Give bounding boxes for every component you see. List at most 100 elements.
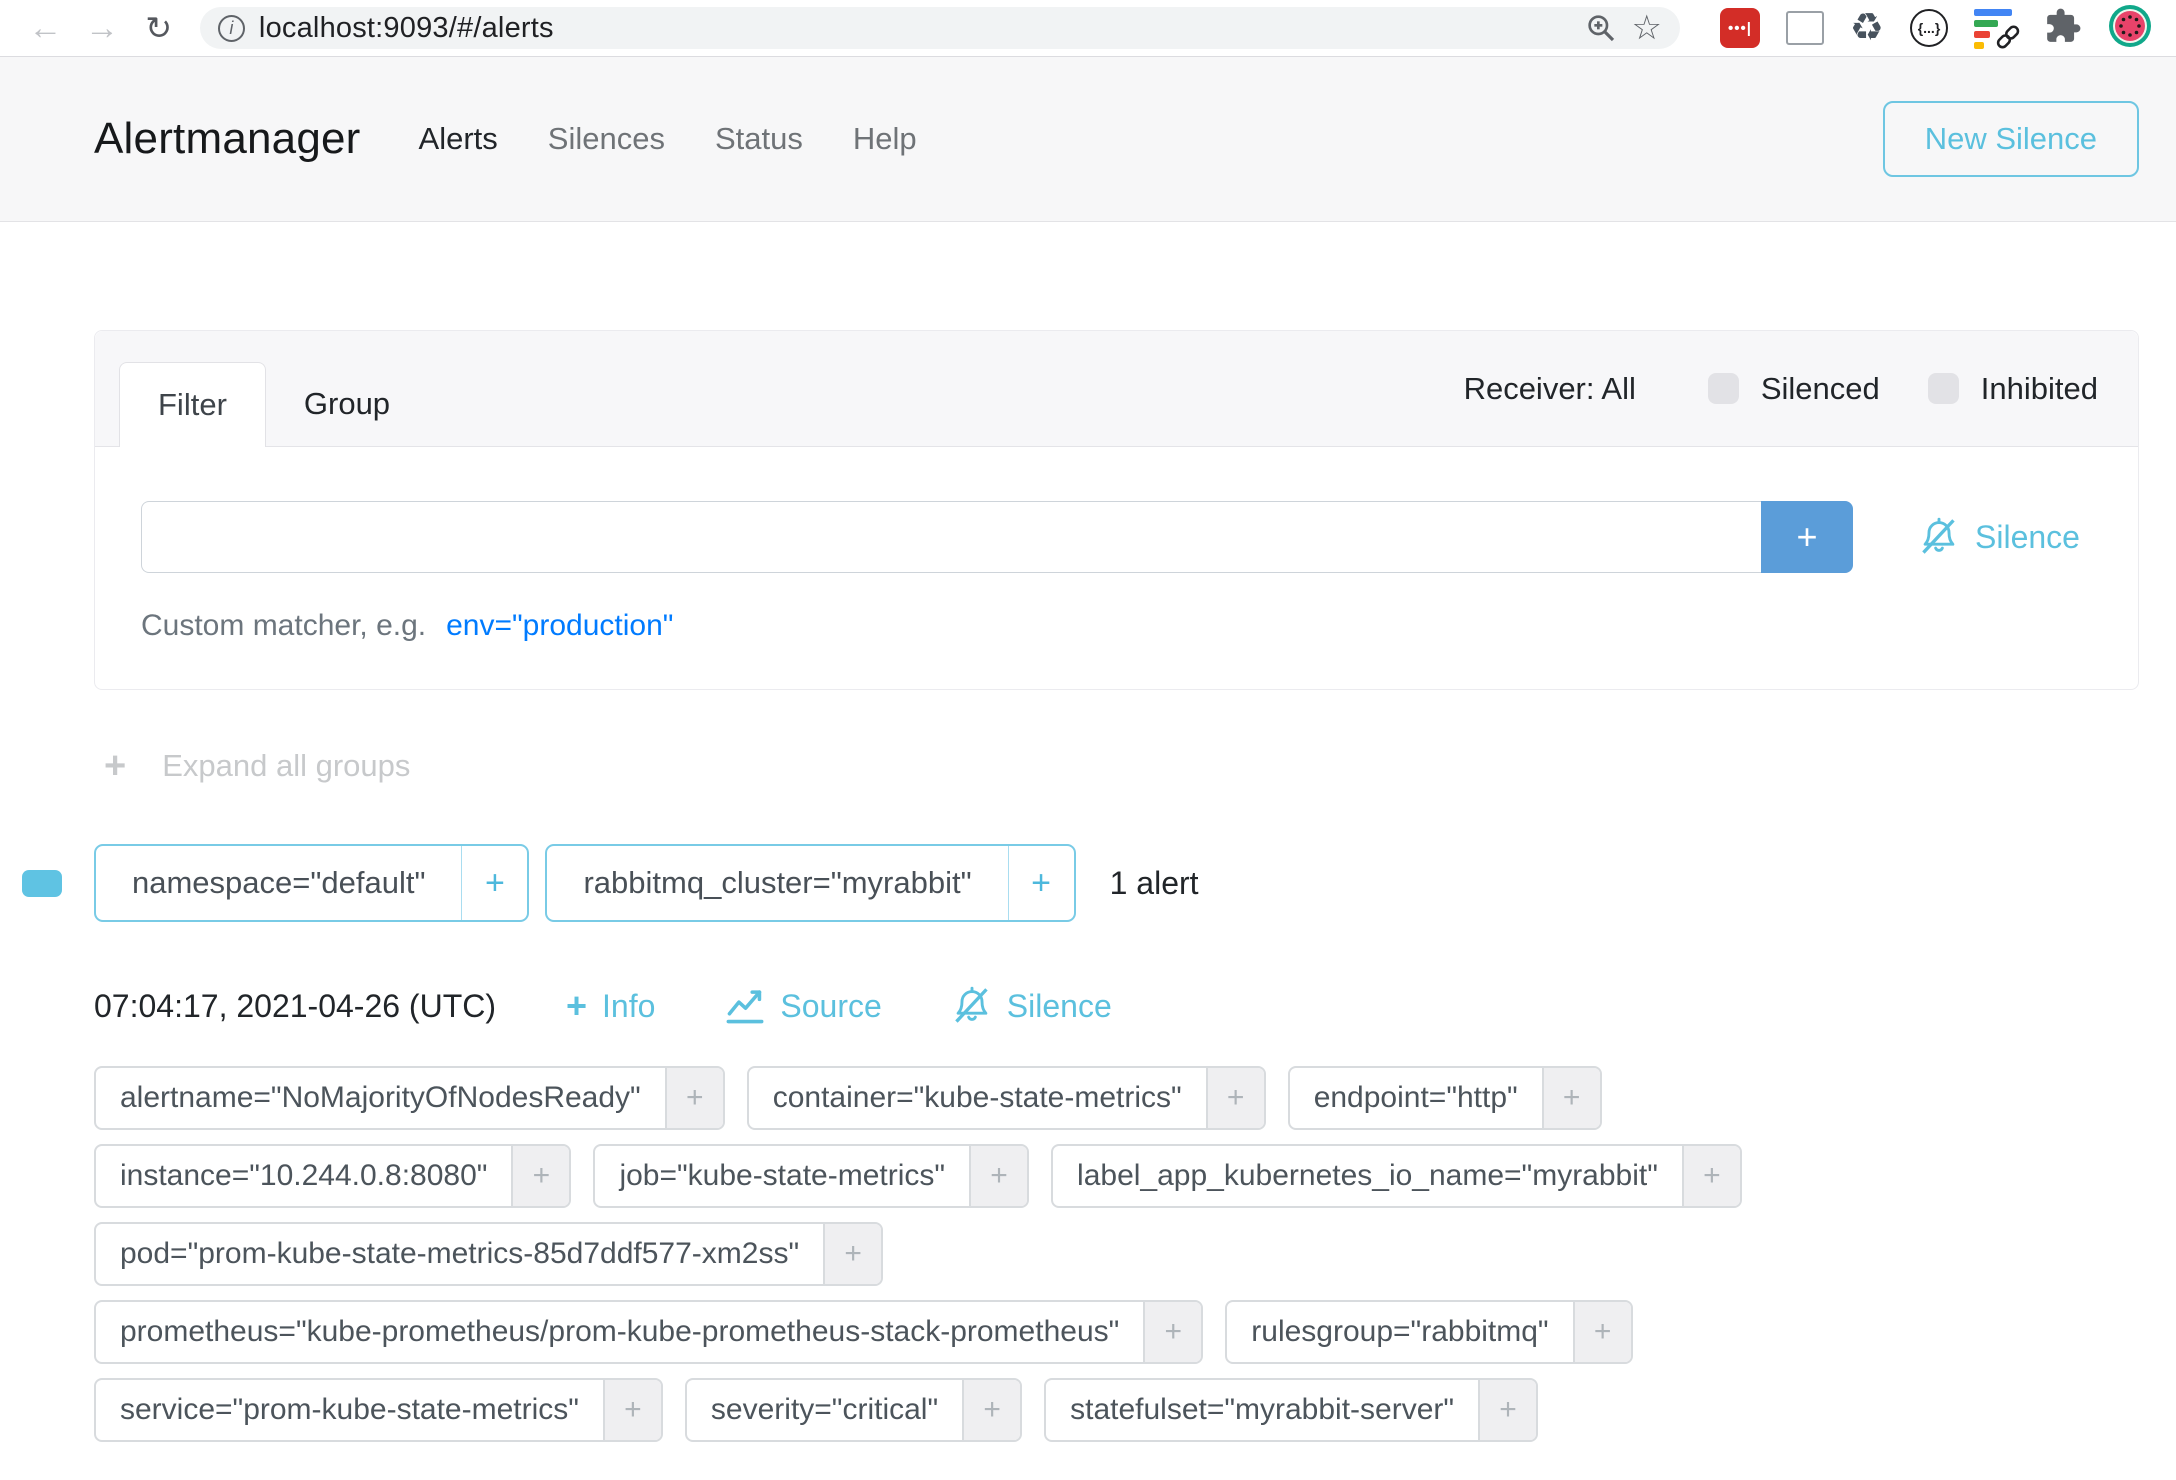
app-header: Alertmanager Alerts Silences Status Help… xyxy=(0,57,2176,222)
site-info-icon[interactable]: i xyxy=(218,15,245,42)
add-group-filter-button[interactable]: + xyxy=(461,846,527,920)
add-label-filter-button[interactable]: + xyxy=(1143,1302,1201,1362)
nav-help[interactable]: Help xyxy=(853,121,917,157)
group-matcher-chip: namespace="default" + xyxy=(94,844,529,922)
alert-label-text: severity="critical" xyxy=(687,1380,962,1440)
silence-alert-button[interactable]: Silence xyxy=(952,986,1112,1026)
expand-all-groups-button[interactable]: + Expand all groups xyxy=(94,744,574,788)
main-nav: Alerts Silences Status Help xyxy=(419,121,917,157)
silence-filter-button[interactable]: Silence xyxy=(1919,517,2080,557)
address-bar[interactable]: i localhost:9093/#/alerts ☆ xyxy=(200,7,1680,49)
bookmark-star-icon[interactable]: ☆ xyxy=(1631,11,1661,45)
chart-icon xyxy=(725,986,765,1026)
alert-label-chip: endpoint="http" + xyxy=(1288,1066,1602,1130)
inhibited-toggle: Inhibited xyxy=(1928,371,2098,407)
nav-silences[interactable]: Silences xyxy=(548,121,665,157)
alert-timestamp: 07:04:17, 2021-04-26 (UTC) xyxy=(94,988,496,1025)
receiver-selector[interactable]: Receiver: All xyxy=(1464,371,1636,407)
alert-label-text: pod="prom-kube-state-metrics-85d7ddf577-… xyxy=(96,1224,823,1284)
alert-label-chip: container="kube-state-metrics" + xyxy=(747,1066,1266,1130)
extension-icons: •••| ♻ {...} xyxy=(1720,4,2152,53)
alert-count: 1 alert xyxy=(1110,865,1199,902)
filter-panel: Filter Group Receiver: All Silenced Inhi… xyxy=(94,330,2139,690)
alert-group-row: namespace="default" + rabbitmq_cluster="… xyxy=(22,844,2176,922)
collapse-group-button[interactable] xyxy=(22,870,62,897)
alert-label-text: prometheus="kube-prometheus/prom-kube-pr… xyxy=(96,1302,1143,1362)
alert-label-text: statefulset="myrabbit-server" xyxy=(1046,1380,1478,1440)
add-label-filter-button[interactable]: + xyxy=(1478,1380,1536,1440)
alert-label-text: rulesgroup="rabbitmq" xyxy=(1227,1302,1572,1362)
back-icon[interactable]: ← xyxy=(24,11,67,45)
add-label-filter-button[interactable]: + xyxy=(823,1224,881,1284)
extensions-puzzle-icon[interactable] xyxy=(2044,7,2082,50)
alert-label-text: endpoint="http" xyxy=(1290,1068,1542,1128)
group-matcher-label: namespace="default" xyxy=(96,846,461,920)
add-label-filter-button[interactable]: + xyxy=(511,1146,569,1206)
browser-toolbar: ← → ↻ i localhost:9093/#/alerts ☆ •••| ♻… xyxy=(0,0,2176,57)
forward-icon[interactable]: → xyxy=(81,11,124,45)
add-label-filter-button[interactable]: + xyxy=(1542,1068,1600,1128)
window-extension-icon[interactable] xyxy=(1786,11,1824,45)
alerts-page: Filter Group Receiver: All Silenced Inhi… xyxy=(0,330,2176,1442)
app-title: Alertmanager xyxy=(94,114,361,164)
alert-label-chip: rulesgroup="rabbitmq" + xyxy=(1225,1300,1632,1364)
url-text[interactable]: localhost:9093/#/alerts xyxy=(259,12,554,45)
silence-filter-label: Silence xyxy=(1975,519,2080,556)
silenced-toggle: Silenced xyxy=(1708,371,1880,407)
add-label-filter-button[interactable]: + xyxy=(1573,1302,1631,1362)
reload-icon[interactable]: ↻ xyxy=(137,12,180,44)
silence-alert-label: Silence xyxy=(1007,988,1112,1025)
alert-label-chip: statefulset="myrabbit-server" + xyxy=(1044,1378,1538,1442)
plus-icon: + xyxy=(566,988,587,1024)
add-matcher-button[interactable]: + xyxy=(1761,501,1853,573)
add-group-filter-button[interactable]: + xyxy=(1008,846,1074,920)
bell-slash-icon xyxy=(952,986,992,1026)
add-label-filter-button[interactable]: + xyxy=(962,1380,1020,1440)
alert-label-chip: prometheus="kube-prometheus/prom-kube-pr… xyxy=(94,1300,1203,1364)
tab-filter[interactable]: Filter xyxy=(119,362,266,447)
info-button[interactable]: + Info xyxy=(566,988,655,1025)
alert-label-text: alertname="NoMajorityOfNodesReady" xyxy=(96,1068,665,1128)
profile-avatar[interactable] xyxy=(2108,4,2152,53)
silenced-checkbox[interactable] xyxy=(1708,373,1739,404)
inhibited-label: Inhibited xyxy=(1981,371,2098,407)
alert-meta-row: 07:04:17, 2021-04-26 (UTC) + Info Source xyxy=(94,984,2176,1028)
inhibited-checkbox[interactable] xyxy=(1928,373,1959,404)
alert-label-chip: pod="prom-kube-state-metrics-85d7ddf577-… xyxy=(94,1222,883,1286)
add-label-filter-button[interactable]: + xyxy=(1206,1068,1264,1128)
lastpass-extension-icon[interactable]: •••| xyxy=(1720,8,1760,48)
alert-label-chip: label_app_kubernetes_io_name="myrabbit" … xyxy=(1051,1144,1742,1208)
add-label-filter-button[interactable]: + xyxy=(603,1380,661,1440)
matcher-input[interactable] xyxy=(141,501,1761,573)
json-viewer-extension-icon[interactable]: {...} xyxy=(1910,9,1948,47)
alert-label-chip: alertname="NoMajorityOfNodesReady" + xyxy=(94,1066,725,1130)
silenced-label: Silenced xyxy=(1761,371,1880,407)
add-label-filter-button[interactable]: + xyxy=(969,1146,1027,1206)
hint-text: Custom matcher, e.g. xyxy=(141,609,426,643)
filter-panel-header: Filter Group Receiver: All Silenced Inhi… xyxy=(95,331,2138,447)
add-label-filter-button[interactable]: + xyxy=(665,1068,723,1128)
info-label: Info xyxy=(602,988,655,1025)
link-checker-extension-icon[interactable] xyxy=(1974,7,2018,49)
tab-group[interactable]: Group xyxy=(266,361,428,446)
new-silence-button[interactable]: New Silence xyxy=(1883,101,2139,177)
alert-label-text: service="prom-kube-state-metrics" xyxy=(96,1380,603,1440)
bell-slash-icon xyxy=(1919,517,1959,557)
alert-labels: alertname="NoMajorityOfNodesReady" + con… xyxy=(94,1066,2176,1442)
nav-alerts[interactable]: Alerts xyxy=(419,121,498,157)
source-link[interactable]: Source xyxy=(725,986,881,1026)
nav-status[interactable]: Status xyxy=(715,121,803,157)
group-matcher-chip: rabbitmq_cluster="myrabbit" + xyxy=(545,844,1075,922)
alert-label-chip: instance="10.244.0.8:8080" + xyxy=(94,1144,571,1208)
screen: ← → ↻ i localhost:9093/#/alerts ☆ •••| ♻… xyxy=(0,0,2176,1480)
add-label-filter-button[interactable]: + xyxy=(1682,1146,1740,1206)
filter-options: Receiver: All Silenced Inhibited xyxy=(1464,331,2098,446)
alert-label-text: label_app_kubernetes_io_name="myrabbit" xyxy=(1053,1146,1682,1206)
alert-label-text: instance="10.244.0.8:8080" xyxy=(96,1146,511,1206)
recycle-extension-icon[interactable]: ♻ xyxy=(1850,9,1884,47)
source-label: Source xyxy=(780,988,881,1025)
alert-label-text: container="kube-state-metrics" xyxy=(749,1068,1206,1128)
zoom-icon[interactable] xyxy=(1585,12,1617,44)
alert-label-chip: job="kube-state-metrics" + xyxy=(593,1144,1029,1208)
matcher-example-link[interactable]: env="production" xyxy=(446,609,673,643)
